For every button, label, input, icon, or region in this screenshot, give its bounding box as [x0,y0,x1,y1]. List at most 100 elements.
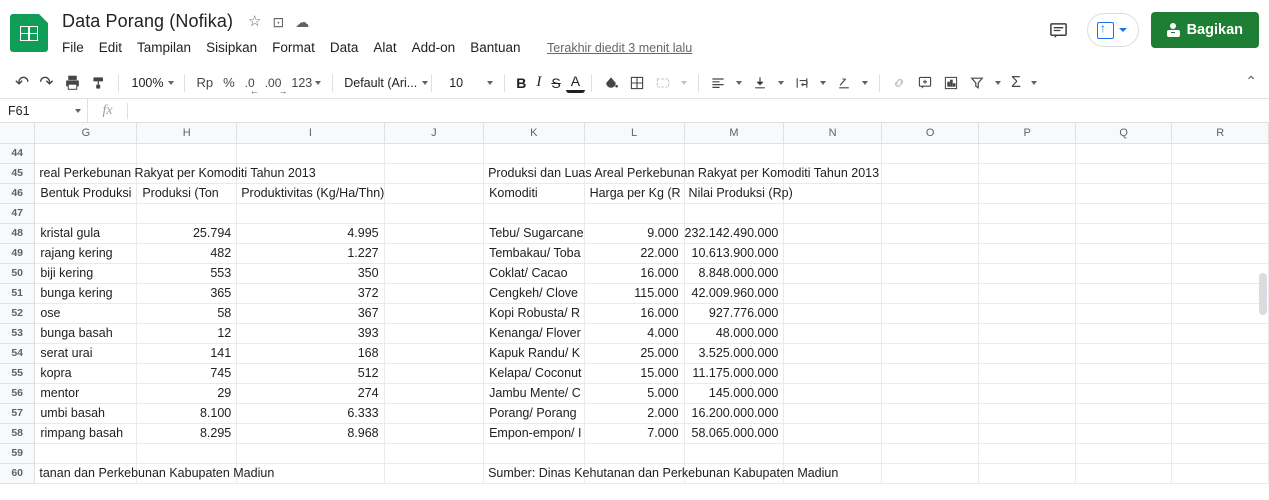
row-header-59[interactable]: 59 [0,442,36,464]
document-title[interactable]: Data Porang (Nofika) [62,11,233,32]
cell-K45[interactable]: Produksi dan Luas Areal Perkebunan Rakya… [483,162,879,184]
cell-R50[interactable] [1171,262,1269,284]
cell-O48[interactable] [880,222,980,244]
cell-P60[interactable] [978,462,1076,484]
cell-G58[interactable]: rimpang basah [34,422,138,444]
cell-P50[interactable] [978,262,1076,284]
row-header-46[interactable]: 46 [0,182,36,204]
col-header-M[interactable]: M [683,123,785,144]
cell-N49[interactable] [783,242,882,264]
col-header-H[interactable]: H [136,123,238,144]
row-header-44[interactable]: 44 [0,142,36,164]
menu-edit[interactable]: Edit [99,40,122,55]
cell-R54[interactable] [1171,342,1269,364]
cell-H47[interactable] [136,202,238,224]
collapse-toolbar-icon[interactable]: ⌃ [1245,73,1257,90]
menu-data[interactable]: Data [330,40,359,55]
cell-Q54[interactable] [1074,342,1173,364]
cell-P51[interactable] [978,282,1076,304]
col-header-J[interactable]: J [383,123,485,144]
cell-K46[interactable]: Komoditi [483,182,585,204]
cell-Q60[interactable] [1074,462,1173,484]
row-header-49[interactable]: 49 [0,242,36,264]
cell-G50[interactable]: biji kering [34,262,138,284]
cell-P59[interactable] [978,442,1076,464]
cell-R48[interactable] [1171,222,1269,244]
cell-L57[interactable]: 2.000 [583,402,685,424]
font-size-select[interactable]: 10 [438,69,498,97]
cell-N55[interactable] [783,362,882,384]
cell-O58[interactable] [880,422,980,444]
cell-J53[interactable] [383,322,485,344]
bold-button[interactable]: B [511,69,531,97]
halign-dropdown-icon[interactable] [731,69,747,97]
cell-P45[interactable] [978,162,1076,184]
cell-I51[interactable]: 372 [236,282,385,304]
cell-O54[interactable] [880,342,980,364]
cell-Q51[interactable] [1074,282,1173,304]
cell-K47[interactable] [483,202,585,224]
cell-L47[interactable] [583,202,685,224]
cell-M56[interactable]: 145.000.000 [683,382,785,404]
cell-Q53[interactable] [1074,322,1173,344]
cell-R49[interactable] [1171,242,1269,264]
decrease-decimal-button[interactable]: .0 ← [240,69,260,97]
print-icon[interactable] [59,69,86,97]
cell-O52[interactable] [880,302,980,324]
cell-P48[interactable] [978,222,1076,244]
cell-N54[interactable] [783,342,882,364]
cell-M50[interactable]: 8.848.000.000 [683,262,785,284]
cell-L53[interactable]: 4.000 [583,322,685,344]
cell-I46[interactable]: Produktivitas (Kg/Ha/Thn) [236,182,385,204]
text-color-button[interactable]: A [565,73,586,93]
move-to-folder-icon[interactable]: ⊡ [272,15,284,29]
cell-O55[interactable] [880,362,980,384]
increase-decimal-button[interactable]: .00 → [260,69,288,97]
cell-G49[interactable]: rajang kering [34,242,138,264]
wrap-dropdown-icon[interactable] [815,69,831,97]
cell-O50[interactable] [880,262,980,284]
cell-Q46[interactable] [1074,182,1173,204]
cell-N53[interactable] [783,322,882,344]
cell-O59[interactable] [880,442,980,464]
cell-P58[interactable] [978,422,1076,444]
cell-J48[interactable] [383,222,485,244]
cell-G46[interactable]: Bentuk Produksi [34,182,138,204]
more-formats-button[interactable]: 123 [286,69,326,97]
row-header-56[interactable]: 56 [0,382,36,404]
cell-H54[interactable]: 141 [136,342,238,364]
cell-H52[interactable]: 58 [136,302,238,324]
cell-L54[interactable]: 25.000 [583,342,685,364]
functions-button[interactable]: Σ [1006,69,1026,97]
cell-G45[interactable]: real Perkebunan Rakyat per Komoditi Tahu… [34,162,316,184]
cell-J54[interactable] [383,342,485,364]
currency-format-button[interactable]: Rp [191,69,218,97]
cell-K57[interactable]: Porang/ Porang [483,402,585,424]
cell-M55[interactable]: 11.175.000.000 [683,362,785,384]
cell-R60[interactable] [1171,462,1269,484]
cell-G47[interactable] [34,202,138,224]
cell-L59[interactable] [583,442,685,464]
cell-H46[interactable]: Produksi (Ton [136,182,238,204]
filter-dropdown-icon[interactable] [990,69,1006,97]
present-button[interactable] [1086,13,1139,47]
cell-I58[interactable]: 8.968 [236,422,385,444]
cell-O45[interactable] [880,162,980,184]
cell-O53[interactable] [880,322,980,344]
cell-R56[interactable] [1171,382,1269,404]
cell-P57[interactable] [978,402,1076,424]
cell-G54[interactable]: serat urai [34,342,138,364]
cell-K50[interactable]: Coklat/ Cacao [483,262,585,284]
cell-H48[interactable]: 25.794 [136,222,238,244]
cell-H50[interactable]: 553 [136,262,238,284]
cell-R55[interactable] [1171,362,1269,384]
cell-K54[interactable]: Kapuk Randu/ K [483,342,585,364]
cell-Q48[interactable] [1074,222,1173,244]
cell-R52[interactable] [1171,302,1269,324]
redo-icon[interactable]: ↷ [34,69,58,97]
cell-N59[interactable] [783,442,882,464]
valign-dropdown-icon[interactable] [773,69,789,97]
col-header-I[interactable]: I [236,123,385,144]
cell-Q49[interactable] [1074,242,1173,264]
borders-icon[interactable] [624,69,650,97]
